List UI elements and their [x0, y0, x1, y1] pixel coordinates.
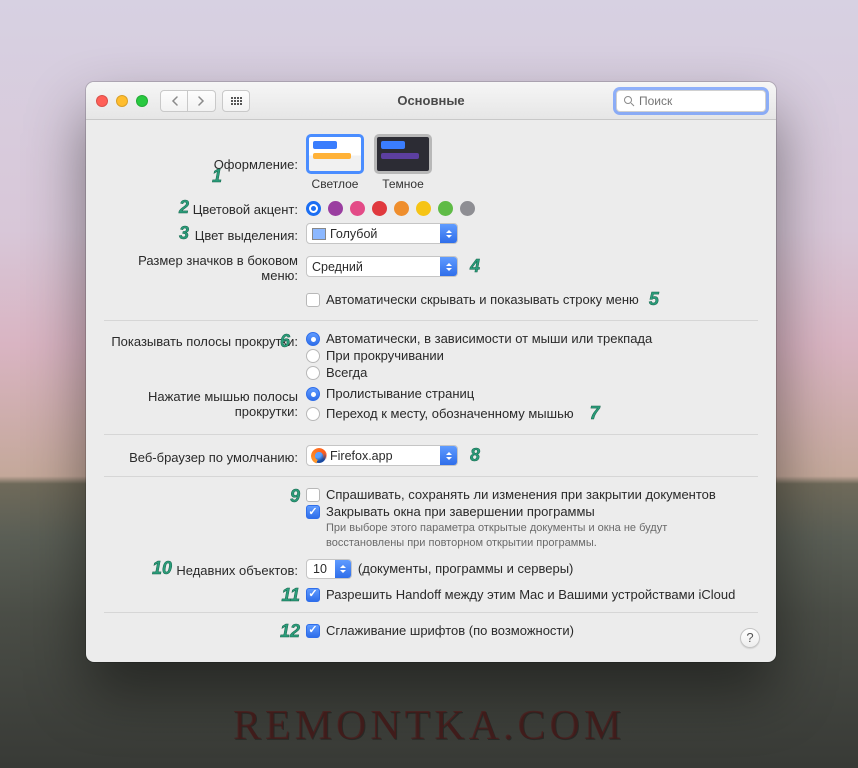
chevron-right-icon — [198, 96, 205, 106]
scrollbars-auto-radio[interactable] — [306, 332, 320, 346]
sidebar-size-label: Размер значков в боковом меню: — [104, 250, 306, 283]
highlight-value: Голубой — [330, 227, 377, 241]
grid-icon — [231, 97, 242, 105]
autohide-menubar-checkbox[interactable] — [306, 293, 320, 307]
forward-button[interactable] — [188, 90, 216, 112]
close-windows-note: При выборе этого параметра открытые доку… — [306, 521, 746, 551]
font-smoothing-label: Сглаживание шрифтов (по возможности) — [326, 623, 574, 638]
badge-7: 7 — [590, 403, 600, 424]
badge-4: 4 — [470, 256, 480, 277]
popup-arrows-icon — [335, 560, 351, 578]
accent-color-4[interactable] — [394, 201, 409, 216]
recent-label: 10 Недавних объектов: — [104, 560, 306, 578]
font-smoothing-checkbox[interactable] — [306, 624, 320, 638]
search-field[interactable] — [616, 90, 766, 112]
scrollclick-jump-label: Переход к месту, обозначенному мышью — [326, 406, 574, 421]
handoff-checkbox[interactable] — [306, 588, 320, 602]
scrollbars-scrolling-label: При прокручивании — [326, 348, 444, 363]
accent-color-row — [306, 201, 758, 216]
recent-items-stepper[interactable]: 10 — [306, 559, 352, 579]
badge-9: 9 — [290, 486, 300, 507]
badge-5: 5 — [649, 289, 659, 310]
highlight-label: 3 Цвет выделения: — [104, 225, 306, 243]
scrollclick-page-label: Пролистывание страниц — [326, 386, 474, 401]
scrollbars-always-label: Всегда — [326, 365, 367, 380]
close-windows-checkbox[interactable] — [306, 505, 320, 519]
accent-color-2[interactable] — [350, 201, 365, 216]
scrollclick-label: Нажатие мышью полосы прокрутки: — [104, 386, 306, 419]
help-button[interactable]: ? — [740, 628, 760, 648]
preferences-window: Основные 1 Оформление: Светлое — [86, 82, 776, 662]
scrollbars-scrolling-radio[interactable] — [306, 349, 320, 363]
recent-suffix: (документы, программы и серверы) — [358, 561, 573, 576]
sidebar-size-popup[interactable]: Средний — [306, 256, 458, 277]
appearance-light-swatch — [306, 134, 364, 174]
highlight-color-popup[interactable]: Голубой — [306, 223, 458, 244]
close-window-button[interactable] — [96, 95, 108, 107]
titlebar: Основные — [86, 82, 776, 120]
accent-color-0[interactable] — [306, 201, 321, 216]
popup-arrows-icon — [440, 446, 457, 465]
firefox-icon — [312, 449, 326, 463]
handoff-label: Разрешить Handoff между этим Mac и Вашим… — [326, 587, 735, 602]
appearance-dark[interactable]: Темное — [374, 134, 432, 191]
accent-color-5[interactable] — [416, 201, 431, 216]
ask-save-label: Спрашивать, сохранять ли изменения при з… — [326, 487, 716, 502]
browser-label: Веб-браузер по умолчанию: — [104, 447, 306, 465]
scrollbars-always-radio[interactable] — [306, 366, 320, 380]
badge-12: 12 — [280, 621, 300, 642]
badge-6: 6 — [280, 331, 290, 352]
accent-color-6[interactable] — [438, 201, 453, 216]
popup-arrows-icon — [440, 257, 457, 276]
divider — [104, 434, 758, 435]
appearance-dark-label: Темное — [374, 177, 432, 191]
appearance-dark-swatch — [374, 134, 432, 174]
badge-2: 2 — [179, 197, 189, 218]
accent-color-7[interactable] — [460, 201, 475, 216]
autohide-menubar-label: Автоматически скрывать и показывать стро… — [326, 292, 639, 307]
sidebar-size-value: Средний — [312, 260, 363, 274]
back-button[interactable] — [160, 90, 188, 112]
accent-label: 2 Цветовой акцент: — [104, 199, 306, 217]
appearance-label: 1 Оформление: — [104, 154, 306, 172]
badge-10: 10 — [152, 558, 172, 579]
popup-arrows-icon — [440, 224, 457, 243]
search-icon — [623, 95, 635, 107]
nav-buttons — [160, 90, 216, 112]
appearance-light[interactable]: Светлое — [306, 134, 364, 191]
minimize-window-button[interactable] — [116, 95, 128, 107]
badge-11: 11 — [281, 585, 300, 606]
recent-value: 10 — [313, 562, 327, 576]
appearance-light-label: Светлое — [306, 177, 364, 191]
highlight-swatch — [312, 228, 326, 240]
traffic-lights — [96, 95, 148, 107]
badge-8: 8 — [470, 445, 480, 466]
chevron-left-icon — [171, 96, 178, 106]
scrollclick-page-radio[interactable] — [306, 387, 320, 401]
scrollbars-label: Показывать полосы прокрутки: — [104, 331, 306, 349]
ask-save-checkbox[interactable] — [306, 488, 320, 502]
browser-value: Firefox.app — [330, 449, 393, 463]
default-browser-popup[interactable]: Firefox.app — [306, 445, 458, 466]
show-all-button[interactable] — [222, 90, 250, 112]
divider — [104, 476, 758, 477]
close-windows-label: Закрывать окна при завершении программы — [326, 504, 595, 519]
scrollclick-jump-radio[interactable] — [306, 407, 320, 421]
divider — [104, 320, 758, 321]
badge-1: 1 — [212, 166, 222, 187]
divider — [104, 612, 758, 613]
zoom-window-button[interactable] — [136, 95, 148, 107]
content: 1 Оформление: Светлое Темное — [86, 120, 776, 662]
accent-color-3[interactable] — [372, 201, 387, 216]
accent-color-1[interactable] — [328, 201, 343, 216]
watermark: REMONTKA.COM — [0, 702, 858, 750]
scrollbars-auto-label: Автоматически, в зависимости от мыши или… — [326, 331, 652, 346]
badge-3: 3 — [179, 223, 189, 244]
search-input[interactable] — [639, 94, 759, 108]
